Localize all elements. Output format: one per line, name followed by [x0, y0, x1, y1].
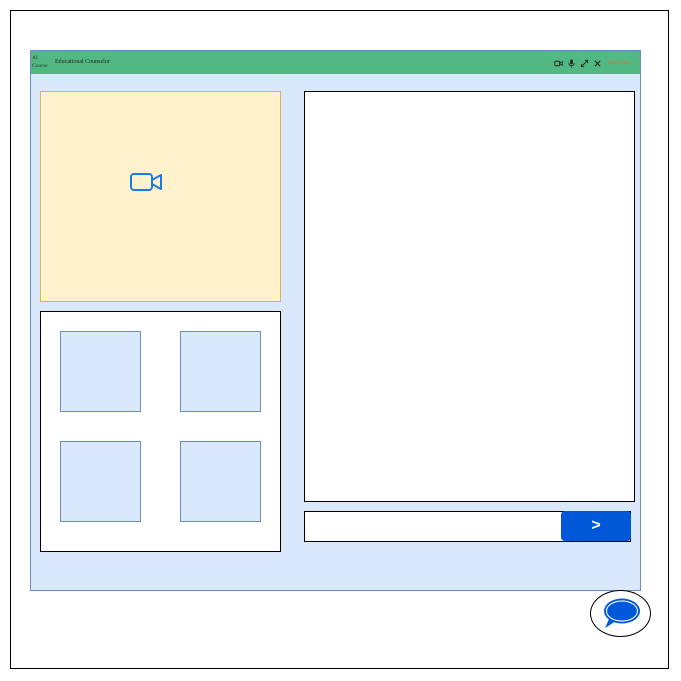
video-camera-icon[interactable] [554, 59, 563, 68]
expand-icon[interactable] [580, 59, 589, 68]
participant-tile[interactable] [180, 441, 261, 522]
app-title: Educational Counselor [55, 59, 110, 65]
video-camera-icon [130, 173, 162, 191]
close-icon[interactable] [593, 59, 602, 68]
app-logo: AI Course [32, 55, 48, 69]
chat-toggle-button[interactable] [590, 590, 651, 637]
chat-bubble-icon [603, 598, 640, 628]
app-window: AI Course Educational Counselor End Clas… [30, 50, 641, 591]
end-class-button[interactable]: End Class [608, 60, 630, 66]
participants-panel [40, 311, 281, 552]
microphone-icon[interactable] [567, 58, 576, 68]
send-button[interactable]: > [561, 511, 631, 541]
title-controls: End Class [554, 57, 630, 69]
participant-tile[interactable] [180, 331, 261, 412]
participant-tile[interactable] [60, 441, 141, 522]
chat-log[interactable] [304, 91, 635, 502]
title-bar: AI Course Educational Counselor End Clas… [31, 51, 640, 74]
main-video-panel [40, 91, 281, 302]
participant-tile[interactable] [60, 331, 141, 412]
